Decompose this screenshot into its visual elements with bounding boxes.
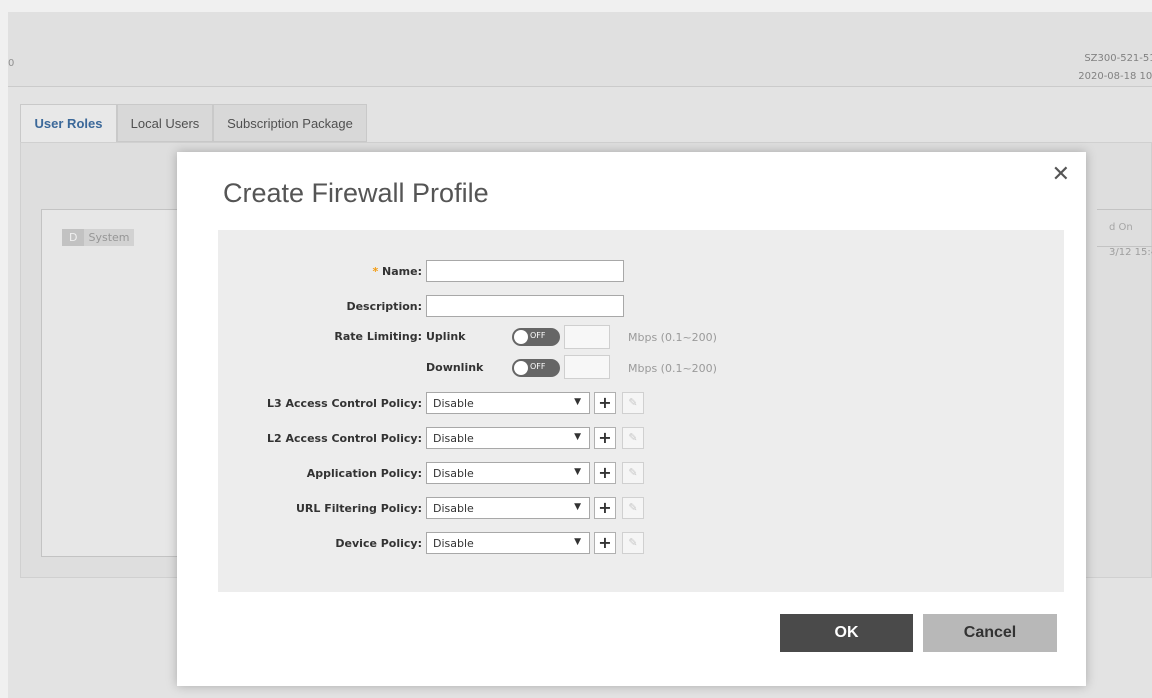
l2-policy-select[interactable]: Disable ▼ <box>426 427 590 449</box>
downlink-toggle[interactable]: OFF <box>512 359 560 377</box>
l2-policy-label: L2 Access Control Policy: <box>267 432 422 445</box>
uplink-toggle[interactable]: OFF <box>512 328 560 346</box>
name-input[interactable] <box>426 260 624 282</box>
device-policy-add-button[interactable]: + <box>594 532 616 554</box>
required-mark: * <box>372 265 379 278</box>
uplink-label: Uplink <box>426 330 466 343</box>
chevron-down-icon: ▼ <box>574 502 581 512</box>
downlink-toggle-text: OFF <box>530 362 546 371</box>
description-label: Description: <box>346 300 422 313</box>
uplink-toggle-text: OFF <box>530 331 546 340</box>
l3-policy-label: L3 Access Control Policy: <box>267 397 422 410</box>
rate-limiting-label: Rate Limiting: <box>334 330 422 343</box>
url-filtering-policy-select[interactable]: Disable ▼ <box>426 497 590 519</box>
chevron-down-icon: ▼ <box>574 432 581 442</box>
name-label: * Name: <box>218 265 422 278</box>
device-policy-edit-button[interactable]: ✎ <box>622 532 644 554</box>
pencil-icon: ✎ <box>628 501 638 514</box>
pencil-icon: ✎ <box>628 431 638 444</box>
l3-policy-edit-button[interactable]: ✎ <box>622 392 644 414</box>
l3-policy-select[interactable]: Disable ▼ <box>426 392 590 414</box>
device-policy-label: Device Policy: <box>335 537 422 550</box>
l2-policy-value: Disable <box>433 432 474 445</box>
pencil-icon: ✎ <box>628 466 638 479</box>
cancel-button[interactable]: Cancel <box>923 614 1057 652</box>
device-policy-value: Disable <box>433 537 474 550</box>
pencil-icon: ✎ <box>628 536 638 549</box>
uplink-unit: Mbps (0.1~200) <box>628 331 717 344</box>
url-filtering-policy-add-button[interactable]: + <box>594 497 616 519</box>
application-policy-select[interactable]: Disable ▼ <box>426 462 590 484</box>
name-label-text: Name: <box>382 265 422 278</box>
uplink-rate-input[interactable] <box>564 325 610 349</box>
url-filtering-policy-label: URL Filtering Policy: <box>296 502 422 515</box>
downlink-label: Downlink <box>426 361 484 374</box>
form-area: * Name: Description: Rate Limiting: Upli… <box>218 230 1064 592</box>
application-policy-add-button[interactable]: + <box>594 462 616 484</box>
application-policy-edit-button[interactable]: ✎ <box>622 462 644 484</box>
downlink-unit: Mbps (0.1~200) <box>628 362 717 375</box>
l2-policy-add-button[interactable]: + <box>594 427 616 449</box>
pencil-icon: ✎ <box>628 396 638 409</box>
downlink-rate-input[interactable] <box>564 355 610 379</box>
dialog-title: Create Firewall Profile <box>223 178 489 208</box>
l3-policy-add-button[interactable]: + <box>594 392 616 414</box>
create-firewall-profile-dialog: ✕ Create Firewall Profile * Name: Descri… <box>177 152 1086 686</box>
description-input[interactable] <box>426 295 624 317</box>
application-policy-value: Disable <box>433 467 474 480</box>
url-filtering-policy-value: Disable <box>433 502 474 515</box>
application-policy-label: Application Policy: <box>306 467 422 480</box>
close-icon[interactable]: ✕ <box>1052 162 1070 187</box>
l3-policy-value: Disable <box>433 397 474 410</box>
device-policy-select[interactable]: Disable ▼ <box>426 532 590 554</box>
chevron-down-icon: ▼ <box>574 467 581 477</box>
ok-button[interactable]: OK <box>780 614 913 652</box>
l2-policy-edit-button[interactable]: ✎ <box>622 427 644 449</box>
chevron-down-icon: ▼ <box>574 397 581 407</box>
chevron-down-icon: ▼ <box>574 537 581 547</box>
url-filtering-policy-edit-button[interactable]: ✎ <box>622 497 644 519</box>
